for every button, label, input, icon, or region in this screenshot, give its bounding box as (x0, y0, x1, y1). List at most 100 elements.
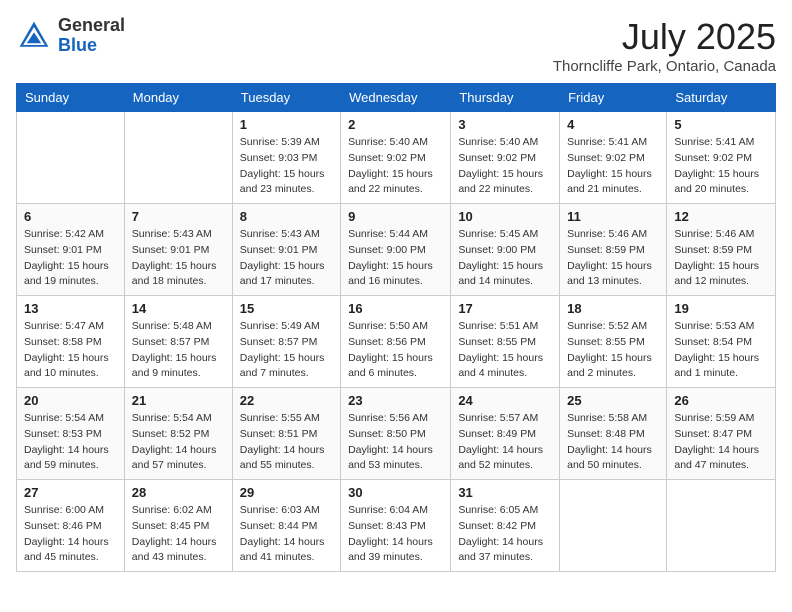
day-info: Sunrise: 5:44 AM Sunset: 9:00 PM Dayligh… (348, 227, 443, 290)
logo: General Blue (16, 16, 125, 56)
calendar-cell: 22 Sunrise: 5:55 AM Sunset: 8:51 PM Dayli… (232, 388, 340, 480)
day-info: Sunrise: 6:05 AM Sunset: 8:42 PM Dayligh… (458, 503, 552, 566)
calendar-cell: 10Sunrise: 5:45 AM Sunset: 9:00 PM Dayli… (451, 204, 560, 296)
calendar-cell (560, 480, 667, 572)
day-info: Sunrise: 5:50 AM Sunset: 8:56 PM Dayligh… (348, 319, 443, 382)
calendar-cell (17, 112, 125, 204)
weekday-header-tuesday: Tuesday (232, 84, 340, 112)
day-number: 30 (348, 485, 443, 500)
calendar-cell: 18 Sunrise: 5:52 AM Sunset: 8:55 PM Dayli… (560, 296, 667, 388)
day-number: 20 (24, 393, 117, 408)
day-number: 7 (132, 209, 225, 224)
calendar-cell: 24 Sunrise: 5:57 AM Sunset: 8:49 PM Dayli… (451, 388, 560, 480)
day-number: 13 (24, 301, 117, 316)
calendar-cell (124, 112, 232, 204)
weekday-header-thursday: Thursday (451, 84, 560, 112)
day-info: Sunrise: 5:45 AM Sunset: 9:00 PM Dayligh… (458, 227, 552, 290)
calendar-cell: 19Sunrise: 5:53 AM Sunset: 8:54 PM Dayli… (667, 296, 776, 388)
weekday-header-saturday: Saturday (667, 84, 776, 112)
calendar-subtitle: Thorncliffe Park, Ontario, Canada (553, 58, 776, 75)
calendar-cell: 5 Sunrise: 5:41 AM Sunset: 9:02 PM Daylig… (667, 112, 776, 204)
calendar-cell: 7 Sunrise: 5:43 AM Sunset: 9:01 PM Daylig… (124, 204, 232, 296)
calendar-cell: 21Sunrise: 5:54 AM Sunset: 8:52 PM Dayli… (124, 388, 232, 480)
day-number: 8 (240, 209, 333, 224)
day-info: Sunrise: 5:40 AM Sunset: 9:02 PM Dayligh… (348, 135, 443, 198)
day-number: 29 (240, 485, 333, 500)
week-row-5: 27 Sunrise: 6:00 AM Sunset: 8:46 PM Dayli… (17, 480, 776, 572)
day-number: 26 (674, 393, 768, 408)
day-info: Sunrise: 5:53 AM Sunset: 8:54 PM Dayligh… (674, 319, 768, 382)
day-info: Sunrise: 5:47 AM Sunset: 8:58 PM Dayligh… (24, 319, 117, 382)
calendar-cell: 16 Sunrise: 5:50 AM Sunset: 8:56 PM Dayli… (341, 296, 451, 388)
day-info: Sunrise: 5:46 AM Sunset: 8:59 PM Dayligh… (674, 227, 768, 290)
day-info: Sunrise: 5:48 AM Sunset: 8:57 PM Dayligh… (132, 319, 225, 382)
day-info: Sunrise: 5:41 AM Sunset: 9:02 PM Dayligh… (567, 135, 659, 198)
page-header: General Blue July 2025 Thorncliffe Park,… (16, 16, 776, 75)
day-info: Sunrise: 5:40 AM Sunset: 9:02 PM Dayligh… (458, 135, 552, 198)
calendar-cell: 12 Sunrise: 5:46 AM Sunset: 8:59 PM Dayli… (667, 204, 776, 296)
day-number: 25 (567, 393, 659, 408)
calendar-cell: 25 Sunrise: 5:58 AM Sunset: 8:48 PM Dayli… (560, 388, 667, 480)
calendar-table: SundayMondayTuesdayWednesdayThursdayFrid… (16, 83, 776, 572)
calendar-cell: 26 Sunrise: 5:59 AM Sunset: 8:47 PM Dayli… (667, 388, 776, 480)
day-info: Sunrise: 5:46 AM Sunset: 8:59 PM Dayligh… (567, 227, 659, 290)
day-number: 18 (567, 301, 659, 316)
week-row-4: 20Sunrise: 5:54 AM Sunset: 8:53 PM Dayli… (17, 388, 776, 480)
day-info: Sunrise: 6:00 AM Sunset: 8:46 PM Dayligh… (24, 503, 117, 566)
day-info: Sunrise: 6:04 AM Sunset: 8:43 PM Dayligh… (348, 503, 443, 566)
day-info: Sunrise: 6:03 AM Sunset: 8:44 PM Dayligh… (240, 503, 333, 566)
calendar-cell: 3Sunrise: 5:40 AM Sunset: 9:02 PM Daylig… (451, 112, 560, 204)
day-number: 12 (674, 209, 768, 224)
week-row-2: 6Sunrise: 5:42 AM Sunset: 9:01 PM Daylig… (17, 204, 776, 296)
calendar-title: July 2025 (553, 16, 776, 58)
day-number: 28 (132, 485, 225, 500)
day-number: 23 (348, 393, 443, 408)
day-info: Sunrise: 5:39 AM Sunset: 9:03 PM Dayligh… (240, 135, 333, 198)
weekday-header-friday: Friday (560, 84, 667, 112)
day-info: Sunrise: 5:57 AM Sunset: 8:49 PM Dayligh… (458, 411, 552, 474)
calendar-cell: 11Sunrise: 5:46 AM Sunset: 8:59 PM Dayli… (560, 204, 667, 296)
week-row-1: 1Sunrise: 5:39 AM Sunset: 9:03 PM Daylig… (17, 112, 776, 204)
day-number: 14 (132, 301, 225, 316)
day-number: 17 (458, 301, 552, 316)
calendar-cell: 23 Sunrise: 5:56 AM Sunset: 8:50 PM Dayli… (341, 388, 451, 480)
day-number: 4 (567, 117, 659, 132)
title-block: July 2025 Thorncliffe Park, Ontario, Can… (553, 16, 776, 75)
calendar-cell (667, 480, 776, 572)
day-info: Sunrise: 5:52 AM Sunset: 8:55 PM Dayligh… (567, 319, 659, 382)
calendar-cell: 29 Sunrise: 6:03 AM Sunset: 8:44 PM Dayli… (232, 480, 340, 572)
calendar-cell: 28 Sunrise: 6:02 AM Sunset: 8:45 PM Dayli… (124, 480, 232, 572)
calendar-cell: 6Sunrise: 5:42 AM Sunset: 9:01 PM Daylig… (17, 204, 125, 296)
day-number: 22 (240, 393, 333, 408)
weekday-header-row: SundayMondayTuesdayWednesdayThursdayFrid… (17, 84, 776, 112)
calendar-cell: 13 Sunrise: 5:47 AM Sunset: 8:58 PM Dayli… (17, 296, 125, 388)
day-info: Sunrise: 5:58 AM Sunset: 8:48 PM Dayligh… (567, 411, 659, 474)
calendar-cell: 2Sunrise: 5:40 AM Sunset: 9:02 PM Daylig… (341, 112, 451, 204)
day-number: 31 (458, 485, 552, 500)
day-number: 27 (24, 485, 117, 500)
day-info: Sunrise: 6:02 AM Sunset: 8:45 PM Dayligh… (132, 503, 225, 566)
calendar-cell: 17Sunrise: 5:51 AM Sunset: 8:55 PM Dayli… (451, 296, 560, 388)
day-info: Sunrise: 5:43 AM Sunset: 9:01 PM Dayligh… (240, 227, 333, 290)
weekday-header-sunday: Sunday (17, 84, 125, 112)
day-number: 5 (674, 117, 768, 132)
day-number: 21 (132, 393, 225, 408)
day-info: Sunrise: 5:56 AM Sunset: 8:50 PM Dayligh… (348, 411, 443, 474)
weekday-header-monday: Monday (124, 84, 232, 112)
day-info: Sunrise: 5:55 AM Sunset: 8:51 PM Dayligh… (240, 411, 333, 474)
day-info: Sunrise: 5:43 AM Sunset: 9:01 PM Dayligh… (132, 227, 225, 290)
logo-icon (16, 18, 52, 54)
logo-text: General Blue (58, 16, 125, 56)
calendar-cell: 14 Sunrise: 5:48 AM Sunset: 8:57 PM Dayli… (124, 296, 232, 388)
day-info: Sunrise: 5:42 AM Sunset: 9:01 PM Dayligh… (24, 227, 117, 290)
day-info: Sunrise: 5:49 AM Sunset: 8:57 PM Dayligh… (240, 319, 333, 382)
week-row-3: 13 Sunrise: 5:47 AM Sunset: 8:58 PM Dayli… (17, 296, 776, 388)
day-number: 16 (348, 301, 443, 316)
day-info: Sunrise: 5:41 AM Sunset: 9:02 PM Dayligh… (674, 135, 768, 198)
weekday-header-wednesday: Wednesday (341, 84, 451, 112)
calendar-cell: 8 Sunrise: 5:43 AM Sunset: 9:01 PM Daylig… (232, 204, 340, 296)
day-info: Sunrise: 5:59 AM Sunset: 8:47 PM Dayligh… (674, 411, 768, 474)
calendar-cell: 30 Sunrise: 6:04 AM Sunset: 8:43 PM Dayli… (341, 480, 451, 572)
day-number: 24 (458, 393, 552, 408)
calendar-cell: 27 Sunrise: 6:00 AM Sunset: 8:46 PM Dayli… (17, 480, 125, 572)
